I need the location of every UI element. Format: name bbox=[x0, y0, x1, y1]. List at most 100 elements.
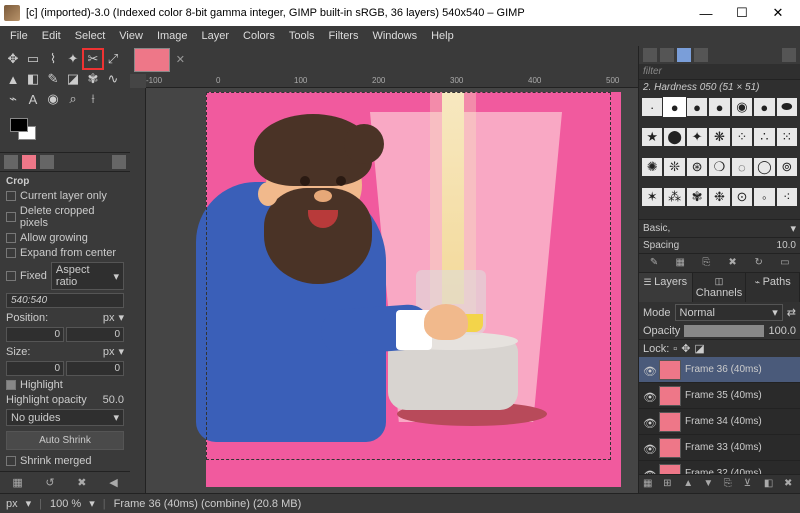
chk-current-layer[interactable] bbox=[6, 191, 16, 201]
brush-filter-input[interactable]: filter bbox=[639, 64, 800, 79]
crop-selection[interactable] bbox=[206, 92, 611, 460]
smudge-tool[interactable]: ∿ bbox=[104, 70, 122, 88]
delete-options-icon[interactable]: ✖ bbox=[77, 476, 86, 489]
mode-dropdown[interactable]: Normal▾ bbox=[675, 304, 783, 321]
brush-item[interactable]: ✾ bbox=[687, 188, 707, 206]
maximize-button[interactable]: ☐ bbox=[724, 0, 760, 26]
guides-dropdown[interactable]: No guides▾ bbox=[6, 409, 124, 426]
brush-item[interactable]: ❊ bbox=[664, 158, 684, 176]
auto-shrink-button[interactable]: Auto Shrink bbox=[6, 431, 124, 450]
lock-pixels-icon[interactable]: ▫ bbox=[673, 343, 677, 355]
image-tab[interactable]: ✕ bbox=[134, 48, 170, 72]
duplicate-layer-icon[interactable]: ⎘ bbox=[724, 478, 736, 490]
chk-allow-growing[interactable] bbox=[6, 233, 16, 243]
menu-select[interactable]: Select bbox=[69, 28, 112, 44]
brush-item[interactable]: ⬬ bbox=[777, 98, 797, 116]
edit-brush-icon[interactable]: ✎ bbox=[648, 257, 660, 269]
lock-alpha-icon[interactable]: ◪ bbox=[694, 342, 704, 355]
brush-item[interactable]: ✺ bbox=[642, 158, 662, 176]
device-status-tab-icon[interactable] bbox=[22, 155, 36, 169]
brushes-tab-icon[interactable] bbox=[643, 48, 657, 62]
tab-layers[interactable]: ☰ Layers bbox=[639, 273, 693, 302]
color-picker-tool[interactable]: ◉ bbox=[44, 90, 62, 108]
spacing-value[interactable]: 10.0 bbox=[777, 240, 796, 251]
menu-tools[interactable]: Tools bbox=[283, 28, 321, 44]
minimize-button[interactable]: — bbox=[688, 0, 724, 26]
measure-tool[interactable]: ⟊ bbox=[84, 90, 102, 108]
mask-layer-icon[interactable]: ◧ bbox=[764, 478, 776, 490]
layer-row[interactable]: 👁Frame 34 (40ms) bbox=[639, 409, 800, 435]
brush-item[interactable]: ✶ bbox=[642, 188, 662, 206]
size-x-input[interactable]: 0 bbox=[6, 361, 64, 376]
aspect-dropdown[interactable]: Aspect ratio▾ bbox=[51, 262, 124, 290]
chk-fixed[interactable] bbox=[6, 271, 16, 281]
pos-x-input[interactable]: 0 bbox=[6, 327, 64, 342]
menu-edit[interactable]: Edit bbox=[36, 28, 67, 44]
save-options-icon[interactable]: ▦ bbox=[12, 476, 22, 489]
status-zoom-dropdown[interactable]: 100 % bbox=[50, 498, 81, 510]
restore-options-icon[interactable]: ↺ bbox=[45, 476, 54, 489]
pencil-tool[interactable]: ✎ bbox=[44, 70, 62, 88]
brush-item[interactable]: ◯ bbox=[754, 158, 774, 176]
brush-item[interactable]: · bbox=[642, 98, 662, 116]
brush-item[interactable]: ● bbox=[687, 98, 707, 116]
hl-opacity-value[interactable]: 50.0 bbox=[103, 394, 124, 406]
dock-menu-icon[interactable] bbox=[112, 155, 126, 169]
lower-layer-icon[interactable]: ▼ bbox=[703, 478, 715, 490]
brush-item[interactable]: ● bbox=[754, 98, 774, 116]
ratio-input[interactable]: 540:540 bbox=[6, 293, 124, 308]
brush-item[interactable]: ✦ bbox=[687, 128, 707, 146]
bucket-tool[interactable]: ▲ bbox=[4, 70, 22, 88]
size-y-input[interactable]: 0 bbox=[66, 361, 124, 376]
brush-item[interactable]: ⁂ bbox=[664, 188, 684, 206]
rect-select-tool[interactable]: ▭ bbox=[24, 50, 42, 68]
merge-layer-icon[interactable]: ⊻ bbox=[744, 478, 756, 490]
transform-tool[interactable]: ⤢ bbox=[104, 50, 122, 68]
delete-layer-icon[interactable]: ✖ bbox=[784, 478, 796, 490]
layer-name[interactable]: Frame 36 (40ms) bbox=[685, 364, 796, 375]
layer-name[interactable]: Frame 35 (40ms) bbox=[685, 390, 796, 401]
fuzzy-select-tool[interactable]: ✦ bbox=[64, 50, 82, 68]
brush-item[interactable]: ● bbox=[709, 98, 729, 116]
path-tool[interactable]: ⌁ bbox=[4, 90, 22, 108]
ruler-vertical[interactable] bbox=[130, 88, 146, 493]
brush-item[interactable]: ⬤ bbox=[664, 128, 684, 146]
new-brush-icon[interactable]: ▦ bbox=[674, 257, 686, 269]
chk-shrink-merged[interactable] bbox=[6, 456, 16, 466]
brush-item[interactable]: ⁖ bbox=[777, 188, 797, 206]
text-tool[interactable]: A bbox=[24, 90, 42, 108]
dock-menu-icon[interactable] bbox=[782, 48, 796, 62]
brush-preset-dropdown[interactable]: Basic, bbox=[643, 223, 786, 234]
delete-brush-icon[interactable]: ✖ bbox=[727, 257, 739, 269]
clone-tool[interactable]: ✾ bbox=[84, 70, 102, 88]
zoom-tool[interactable]: ⌕ bbox=[64, 90, 82, 108]
brush-item[interactable]: ⊚ bbox=[777, 158, 797, 176]
chk-delete-cropped[interactable] bbox=[6, 212, 16, 222]
brush-item[interactable]: ⊙ bbox=[732, 188, 752, 206]
layer-row[interactable]: 👁Frame 32 (40ms) bbox=[639, 461, 800, 474]
chevron-down-icon[interactable]: ▾ bbox=[118, 345, 124, 358]
tab-channels[interactable]: ◫ Channels bbox=[693, 273, 747, 302]
free-select-tool[interactable]: ⌇ bbox=[44, 50, 62, 68]
visibility-icon[interactable]: 👁 bbox=[643, 365, 655, 375]
brush-item[interactable]: ⊛ bbox=[687, 158, 707, 176]
menu-image[interactable]: Image bbox=[151, 28, 194, 44]
close-tab-icon[interactable]: ✕ bbox=[176, 53, 185, 66]
layer-row[interactable]: 👁Frame 35 (40ms) bbox=[639, 383, 800, 409]
eraser-tool[interactable]: ◪ bbox=[64, 70, 82, 88]
refresh-brush-icon[interactable]: ↻ bbox=[753, 257, 765, 269]
opacity-slider[interactable] bbox=[684, 325, 764, 337]
layer-name[interactable]: Frame 34 (40ms) bbox=[685, 416, 796, 427]
layer-row[interactable]: 👁 Frame 36 (40ms) bbox=[639, 357, 800, 383]
reset-options-icon[interactable]: ◀ bbox=[109, 476, 117, 489]
new-group-icon[interactable]: ⊞ bbox=[663, 478, 675, 490]
lock-position-icon[interactable]: ✥ bbox=[681, 342, 690, 355]
crop-tool[interactable]: ✂ bbox=[84, 50, 102, 68]
brush-item[interactable]: ⁘ bbox=[732, 128, 752, 146]
menu-windows[interactable]: Windows bbox=[366, 28, 423, 44]
new-layer-icon[interactable]: ▦ bbox=[643, 478, 655, 490]
tab-paths[interactable]: ⌁ Paths bbox=[746, 273, 800, 302]
gradient-tool[interactable]: ◧ bbox=[24, 70, 42, 88]
brush-item[interactable]: ◌ bbox=[732, 158, 752, 176]
raise-layer-icon[interactable]: ▲ bbox=[683, 478, 695, 490]
